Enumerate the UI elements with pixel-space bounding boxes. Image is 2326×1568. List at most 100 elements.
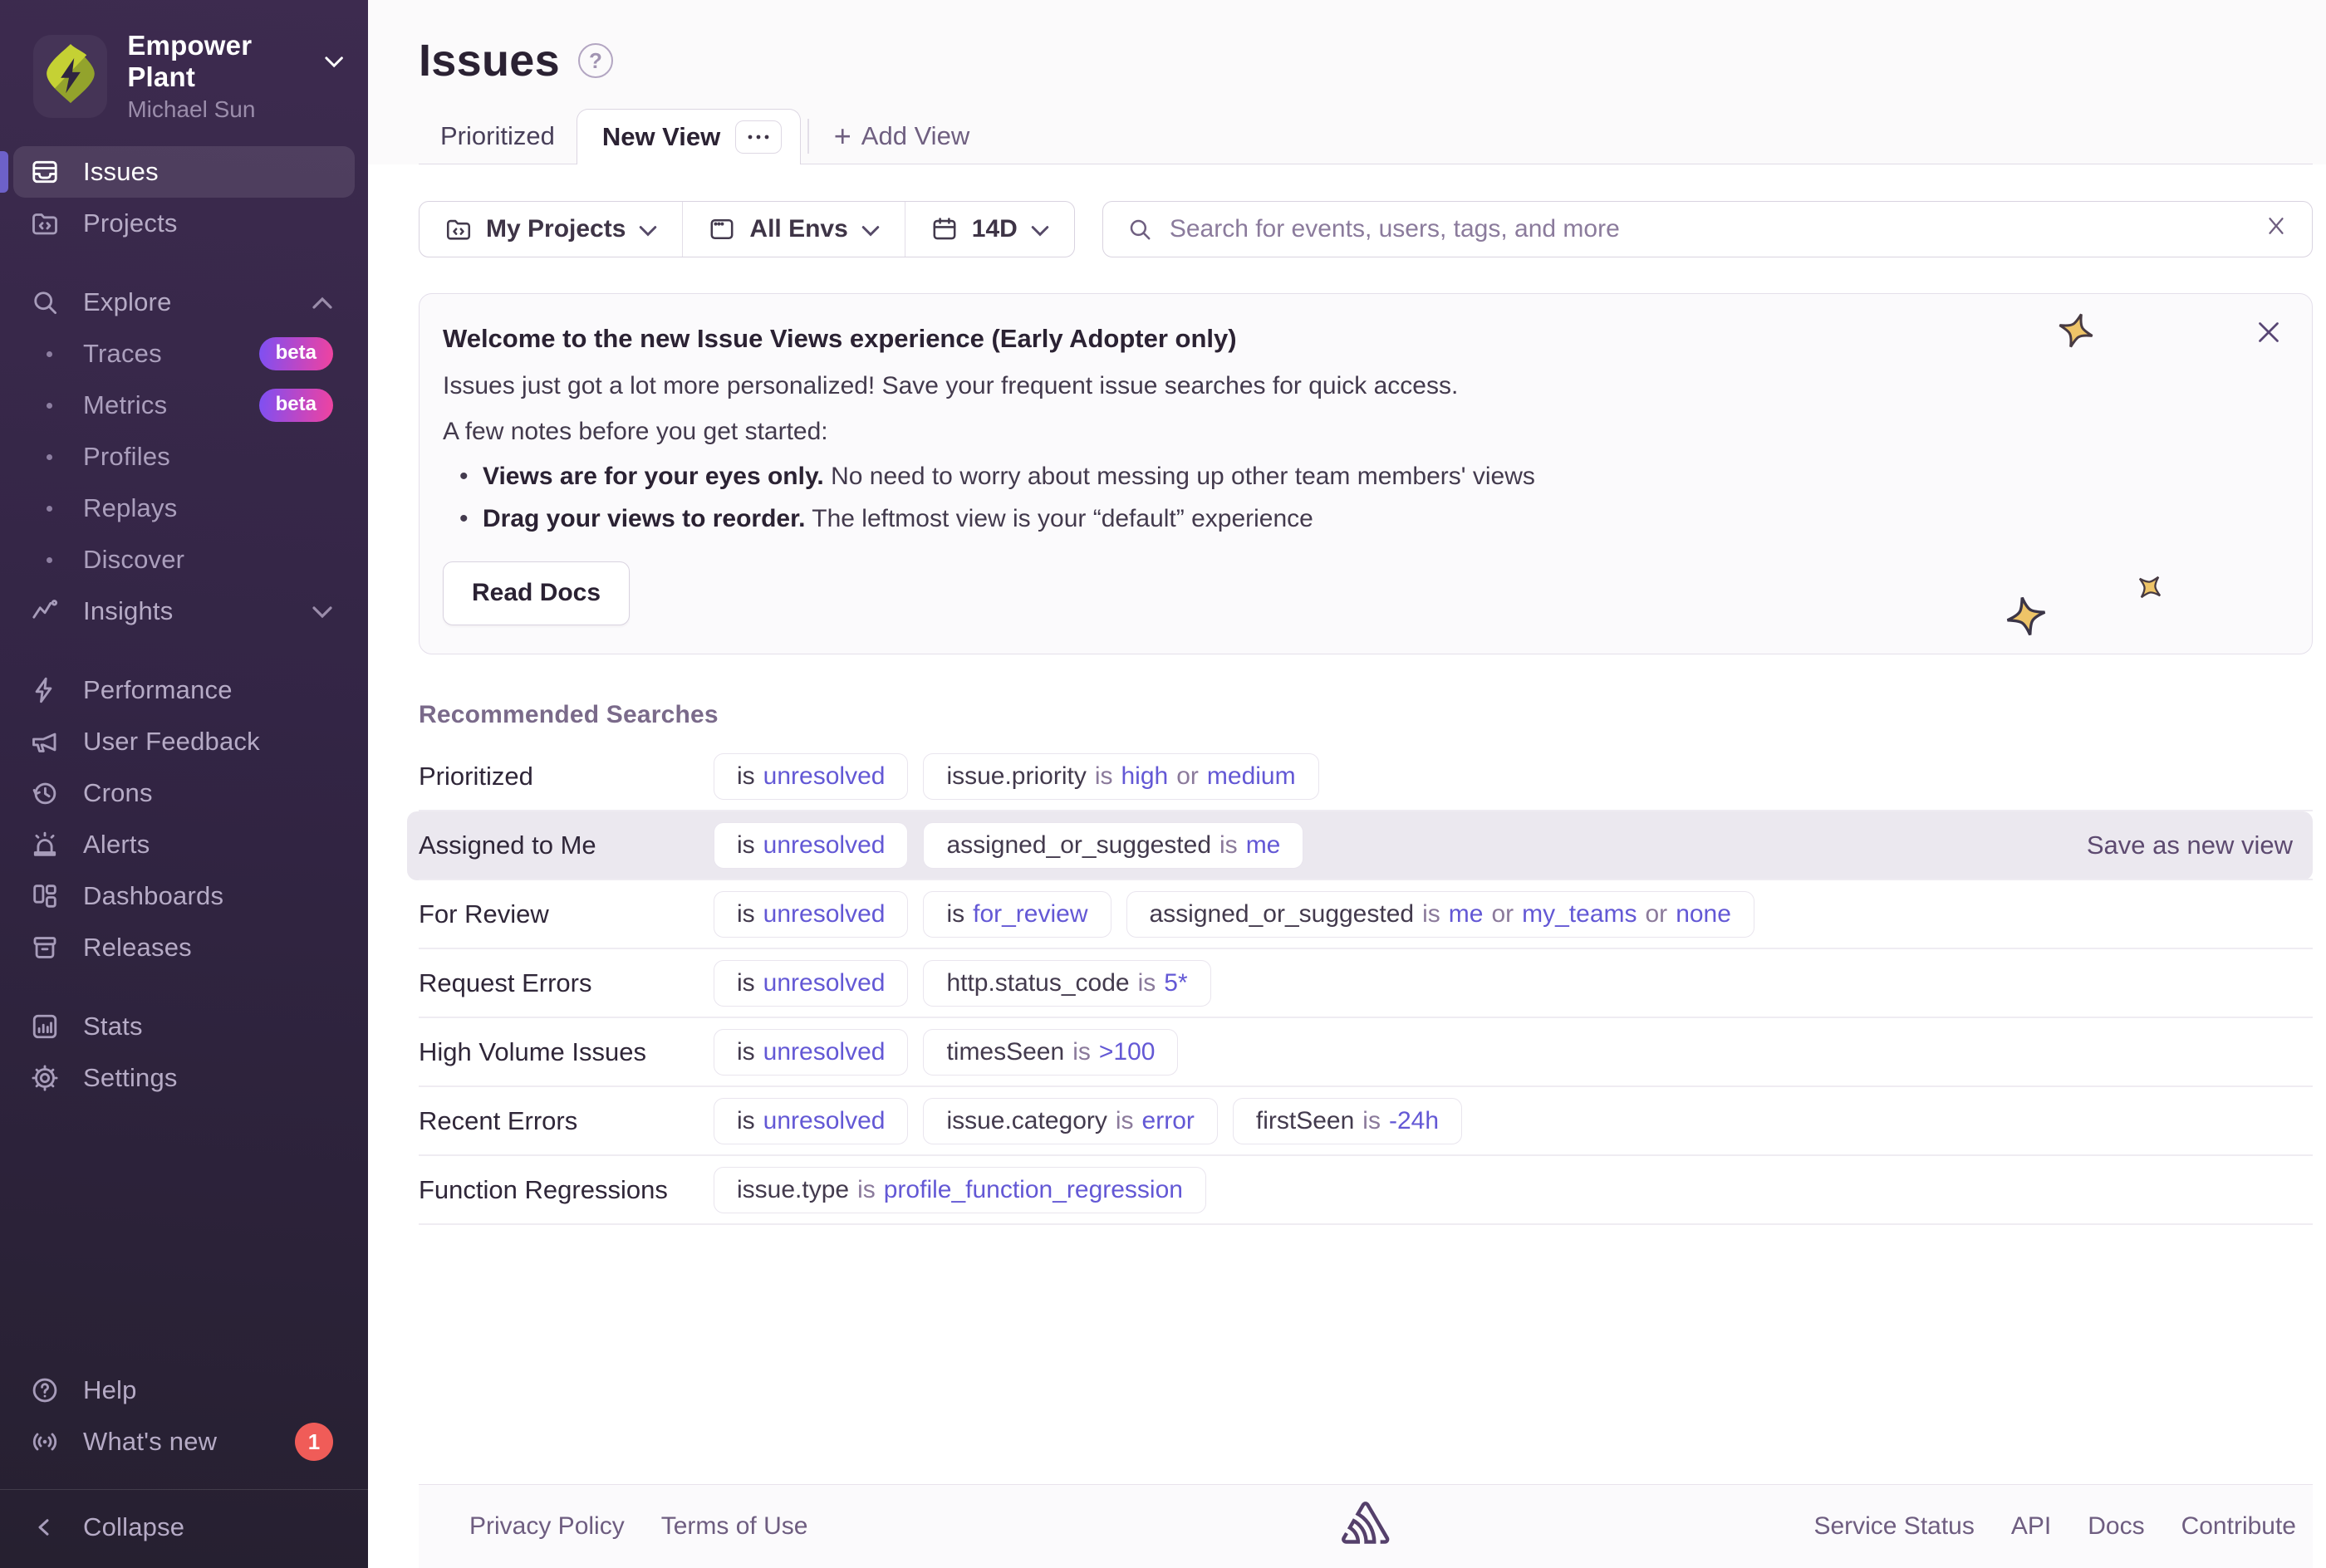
sidebar-item-traces[interactable]: Traces beta: [13, 328, 355, 380]
search-input[interactable]: [1170, 215, 2247, 243]
settings-icon: [30, 1061, 68, 1095]
collapse-label: Collapse: [83, 1512, 184, 1542]
chevron-down-icon: [1031, 215, 1049, 243]
banner-close-icon[interactable]: [2254, 317, 2284, 360]
query-chips: isunresolvedisfor_reviewassigned_or_sugg…: [714, 891, 1754, 938]
sidebar-item-alerts[interactable]: Alerts: [13, 819, 355, 870]
query-chip: timesSeenis>100: [923, 1029, 1178, 1076]
sidebar-item-help[interactable]: Help: [13, 1365, 355, 1416]
sidebar-item-stats[interactable]: Stats: [13, 1001, 355, 1052]
sidebar-item-metrics[interactable]: Metricsbeta: [13, 380, 355, 431]
page-filters: My Projects All Envs 14D: [419, 201, 1075, 257]
project-folder-icon: [444, 215, 473, 243]
search-row-request-errors[interactable]: Request Errorsisunresolvedhttp.status_co…: [407, 949, 2313, 1018]
sidebar-item-replays[interactable]: Replays: [13, 483, 355, 534]
org-switcher[interactable]: Empower Plant Michael Sun: [0, 0, 368, 146]
empower-plant-logo-icon: [38, 40, 103, 113]
sparkle-star-icon: [2133, 571, 2167, 604]
sidebar-footer-nav: Help What's new1: [0, 1365, 368, 1468]
clear-search-icon[interactable]: [2264, 213, 2289, 245]
query-chips: isunresolvedissue.categoryiserrorfirstSe…: [714, 1098, 1462, 1144]
tab-options-ellipsis-icon[interactable]: [735, 120, 782, 154]
query-chip: isunresolved: [714, 753, 908, 800]
page-title: Issues: [419, 35, 560, 86]
tab-prioritized[interactable]: Prioritized: [419, 109, 577, 164]
sidebar-item-issues[interactable]: Issues: [13, 146, 355, 198]
search-row-assigned-to-me[interactable]: Assigned to Meisunresolvedassigned_or_su…: [407, 811, 2313, 880]
stats-icon: [30, 1010, 68, 1043]
bullet-dot-icon: [30, 506, 68, 512]
sidebar-item-explore[interactable]: Explore: [13, 277, 355, 328]
add-view-button[interactable]: + Add View: [816, 109, 988, 164]
footer-right-links: Service Status API Docs Contribute: [1813, 1512, 2296, 1541]
sidebar-item-label: Help: [83, 1375, 137, 1405]
query-chip: isfor_review: [923, 891, 1111, 938]
search-row-label: High Volume Issues: [419, 1037, 714, 1067]
footer-link-privacy-policy[interactable]: Privacy Policy: [469, 1512, 625, 1541]
search-row-high-volume-issues[interactable]: High Volume IssuesisunresolvedtimesSeeni…: [407, 1018, 2313, 1087]
banner-title: Welcome to the new Issue Views experienc…: [443, 319, 2279, 359]
footer-link-terms-of-use[interactable]: Terms of Use: [661, 1512, 808, 1541]
environment-filter-button[interactable]: All Envs: [682, 202, 904, 257]
chevron-left-icon: [30, 1511, 68, 1544]
sidebar-item-label: Insights: [83, 596, 173, 626]
sidebar-item-dashboards[interactable]: Dashboards: [13, 870, 355, 922]
search-row-label: Function Regressions: [419, 1175, 714, 1205]
banner-bullet: Drag your views to reorder. The leftmost…: [454, 500, 2279, 539]
footer-link-contribute[interactable]: Contribute: [2181, 1512, 2296, 1541]
sidebar-item-label: Crons: [83, 778, 153, 808]
recommended-searches-list: Prioritizedisunresolvedissue.priorityish…: [407, 742, 2313, 1225]
search-row-prioritized[interactable]: Prioritizedisunresolvedissue.priorityish…: [407, 742, 2313, 811]
sidebar-item-projects[interactable]: Projects: [13, 198, 355, 249]
chevron-down-icon: [325, 56, 343, 68]
save-as-new-view-button[interactable]: Save as new view: [2087, 831, 2293, 860]
query-chip: http.status_codeis5*: [923, 960, 1210, 1007]
tab-new-view[interactable]: New View: [577, 109, 801, 165]
projects-filter-value: My Projects: [486, 215, 626, 243]
search-row-recent-errors[interactable]: Recent Errorsisunresolvedissue.categoryi…: [407, 1087, 2313, 1156]
view-tabs: Prioritized New View + Add View: [419, 108, 2313, 164]
query-chip: isunresolved: [714, 891, 908, 938]
sidebar-spacer: [0, 1104, 368, 1365]
chevron-down-icon[interactable]: [312, 597, 333, 625]
content: My Projects All Envs 14D: [368, 164, 2326, 1568]
footer-link-docs[interactable]: Docs: [2088, 1512, 2144, 1541]
sidebar-item-label: Replays: [83, 493, 177, 523]
footer-link-service-status[interactable]: Service Status: [1813, 1512, 1974, 1541]
search-row-label: Recent Errors: [419, 1106, 714, 1136]
sidebar-item-performance[interactable]: Performance: [13, 664, 355, 716]
sidebar-item-label: User Feedback: [83, 727, 260, 757]
insights-icon: [30, 595, 68, 628]
banner-intro: Issues just got a lot more personalized!…: [443, 367, 2279, 406]
sidebar-item-collapse[interactable]: Collapse: [13, 1502, 355, 1553]
search-row-for-review[interactable]: For Reviewisunresolvedisfor_reviewassign…: [407, 880, 2313, 949]
sidebar-item-what-s-new[interactable]: What's new1: [13, 1416, 355, 1468]
sidebar-item-label: Issues: [83, 157, 159, 187]
plus-icon: +: [834, 121, 851, 151]
search-icon: [30, 286, 68, 319]
search-bar: [1102, 201, 2313, 257]
date-filter-button[interactable]: 14D: [905, 202, 1074, 257]
beta-badge: beta: [259, 337, 333, 370]
read-docs-button[interactable]: Read Docs: [443, 561, 630, 625]
chevron-up-icon[interactable]: [312, 288, 333, 316]
chevron-down-icon: [639, 215, 657, 243]
sidebar-item-insights[interactable]: Insights: [13, 586, 355, 637]
sidebar-item-crons[interactable]: Crons: [13, 767, 355, 819]
sidebar-item-label: Traces: [83, 339, 162, 369]
sidebar-item-settings[interactable]: Settings: [13, 1052, 355, 1104]
projects-filter-button[interactable]: My Projects: [420, 202, 682, 257]
sidebar-item-label: Dashboards: [83, 881, 223, 911]
query-chips: isunresolvedassigned_or_suggestedisme: [714, 822, 1303, 869]
page-header: Issues ? Prioritized New View + Add View: [368, 0, 2326, 164]
sidebar-item-releases[interactable]: Releases: [13, 922, 355, 973]
footer-link-api[interactable]: API: [2011, 1512, 2051, 1541]
sidebar-item-user-feedback[interactable]: User Feedback: [13, 716, 355, 767]
sidebar-item-discover[interactable]: Discover: [13, 534, 355, 586]
help-circle-icon[interactable]: ?: [578, 43, 613, 78]
banner-bullet: Views are for your eyes only. No need to…: [454, 458, 2279, 497]
sidebar-item-profiles[interactable]: Profiles: [13, 431, 355, 483]
search-row-function-regressions[interactable]: Function Regressionsissue.typeisprofile_…: [407, 1156, 2313, 1225]
megaphone-icon: [30, 725, 68, 758]
query-chip: isunresolved: [714, 1098, 908, 1144]
